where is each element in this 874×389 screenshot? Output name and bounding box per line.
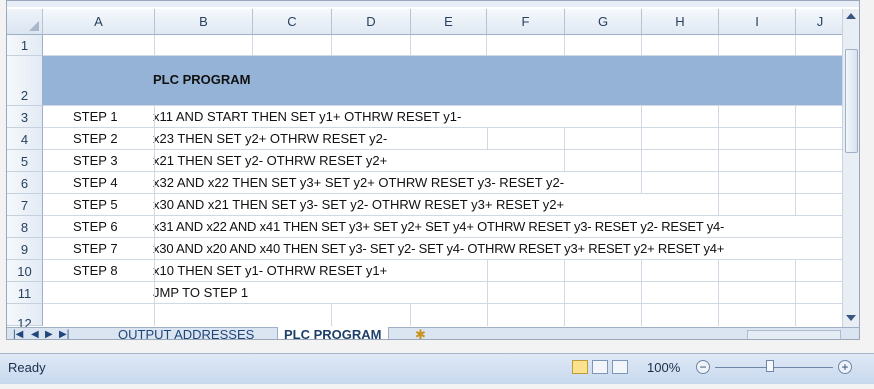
row-header[interactable]: 3	[7, 106, 43, 128]
first-sheet-icon[interactable]: |◀	[13, 328, 23, 339]
column-header-c[interactable]: C	[253, 9, 332, 35]
column-header-e[interactable]: E	[411, 9, 487, 35]
column-header-g[interactable]: G	[565, 9, 642, 35]
column-headers: A B C D E F G H I J	[7, 9, 859, 35]
sheet-title-cell[interactable]: PLC PROGRAM	[153, 70, 251, 90]
scroll-up-icon[interactable]	[846, 13, 856, 19]
last-sheet-icon[interactable]: ▶|	[59, 328, 69, 339]
row-header[interactable]: 12	[7, 304, 43, 331]
table-row: 11 JMP TO STEP 1	[7, 282, 859, 304]
column-header-a[interactable]: A	[43, 9, 155, 35]
column-header-f[interactable]: F	[487, 9, 565, 35]
program-cell[interactable]: x31 AND x22 AND x41 THEN SET y3+ SET y2+…	[153, 217, 724, 237]
row-header[interactable]: 10	[7, 260, 43, 282]
program-cell[interactable]: x23 THEN SET y2+ OTHRW RESET y2-	[153, 129, 387, 149]
vertical-scrollbar[interactable]	[842, 9, 859, 327]
tab-output-addresses[interactable]: OUTPUT ADDRESSES	[112, 327, 260, 339]
normal-view-icon[interactable]	[572, 360, 588, 374]
row-header[interactable]: 8	[7, 216, 43, 238]
status-bar: Ready 100% − +	[0, 353, 874, 384]
sheet-tab-bar: |◀ ◀ ▶ ▶| OUTPUT ADDRESSES PLC PROGRAM ✱	[7, 327, 859, 339]
zoom-level[interactable]: 100%	[647, 360, 680, 375]
row-header[interactable]: 1	[7, 35, 43, 56]
program-cell[interactable]: JMP TO STEP 1	[153, 283, 248, 303]
table-row: 3 STEP 1 x11 AND START THEN SET y1+ OTHR…	[7, 106, 859, 128]
zoom-slider-track[interactable]	[715, 367, 833, 368]
program-cell[interactable]: x21 THEN SET y2- OTHRW RESET y2+	[153, 151, 387, 171]
table-row: 12	[7, 304, 859, 331]
program-cell[interactable]: x30 AND x20 AND x40 THEN SET y3- SET y2-…	[153, 239, 724, 259]
column-header-h[interactable]: H	[642, 9, 719, 35]
zoom-out-button[interactable]: −	[696, 360, 710, 374]
program-cell[interactable]: x10 THEN SET y1- OTHRW RESET y1+	[153, 261, 387, 281]
row-header[interactable]: 2	[7, 56, 43, 106]
page-layout-view-icon[interactable]	[592, 360, 608, 374]
row-header[interactable]: 11	[7, 282, 43, 304]
table-row: 5 STEP 3 x21 THEN SET y2- OTHRW RESET y2…	[7, 150, 859, 172]
row-header[interactable]: 9	[7, 238, 43, 260]
scroll-down-icon[interactable]	[846, 315, 856, 321]
scroll-thumb[interactable]	[845, 49, 858, 153]
step-cell[interactable]: STEP 6	[73, 217, 118, 237]
table-row: 7 STEP 5 x30 AND x21 THEN SET y3- SET y2…	[7, 194, 859, 216]
column-header-d[interactable]: D	[332, 9, 411, 35]
program-cell[interactable]: x30 AND x21 THEN SET y3- SET y2- OTHRW R…	[153, 195, 564, 215]
step-cell[interactable]: STEP 3	[73, 151, 118, 171]
step-cell[interactable]: STEP 2	[73, 129, 118, 149]
program-cell[interactable]: x11 AND START THEN SET y1+ OTHRW RESET y…	[153, 107, 461, 127]
status-ready: Ready	[8, 360, 46, 375]
column-header-i[interactable]: I	[719, 9, 796, 35]
prev-sheet-icon[interactable]: ◀	[31, 328, 39, 339]
table-row: 6 STEP 4 x32 AND x22 THEN SET y3+ SET y2…	[7, 172, 859, 194]
row-header[interactable]: 6	[7, 172, 43, 194]
step-cell[interactable]: STEP 5	[73, 195, 118, 215]
zoom-in-button[interactable]: +	[838, 360, 852, 374]
formula-bar-edge	[7, 1, 859, 7]
step-cell[interactable]: STEP 8	[73, 261, 118, 281]
step-cell[interactable]: STEP 4	[73, 173, 118, 193]
table-row: 8 STEP 6 x31 AND x22 AND x41 THEN SET y3…	[7, 216, 859, 238]
select-all-corner[interactable]	[7, 9, 43, 35]
program-cell[interactable]: x32 AND x22 THEN SET y3+ SET y2+ OTHRW R…	[153, 173, 564, 193]
tab-plc-program[interactable]: PLC PROGRAM	[277, 327, 389, 339]
step-cell[interactable]: STEP 7	[73, 239, 118, 259]
row-header[interactable]: 5	[7, 150, 43, 172]
next-sheet-icon[interactable]: ▶	[45, 328, 53, 339]
row-header[interactable]: 7	[7, 194, 43, 216]
column-header-b[interactable]: B	[155, 9, 253, 35]
table-row: 9 STEP 7 x30 AND x20 AND x40 THEN SET y3…	[7, 238, 859, 260]
page-break-view-icon[interactable]	[612, 360, 628, 374]
step-cell[interactable]: STEP 1	[73, 107, 118, 127]
table-row: 2 PLC PROGRAM	[7, 56, 859, 106]
horizontal-scrollbar[interactable]	[747, 330, 841, 339]
column-header-j[interactable]: J	[796, 9, 845, 35]
table-row: 10 STEP 8 x10 THEN SET y1- OTHRW RESET y…	[7, 260, 859, 282]
table-row: 4 STEP 2 x23 THEN SET y2+ OTHRW RESET y2…	[7, 128, 859, 150]
spreadsheet-grid: A B C D E F G H I J 1 2 PLC PROGRAM 3 ST…	[6, 0, 860, 340]
table-row: 1	[7, 35, 859, 56]
row-header[interactable]: 4	[7, 128, 43, 150]
insert-sheet-icon[interactable]: ✱	[409, 327, 432, 339]
zoom-slider-thumb[interactable]	[766, 360, 774, 372]
